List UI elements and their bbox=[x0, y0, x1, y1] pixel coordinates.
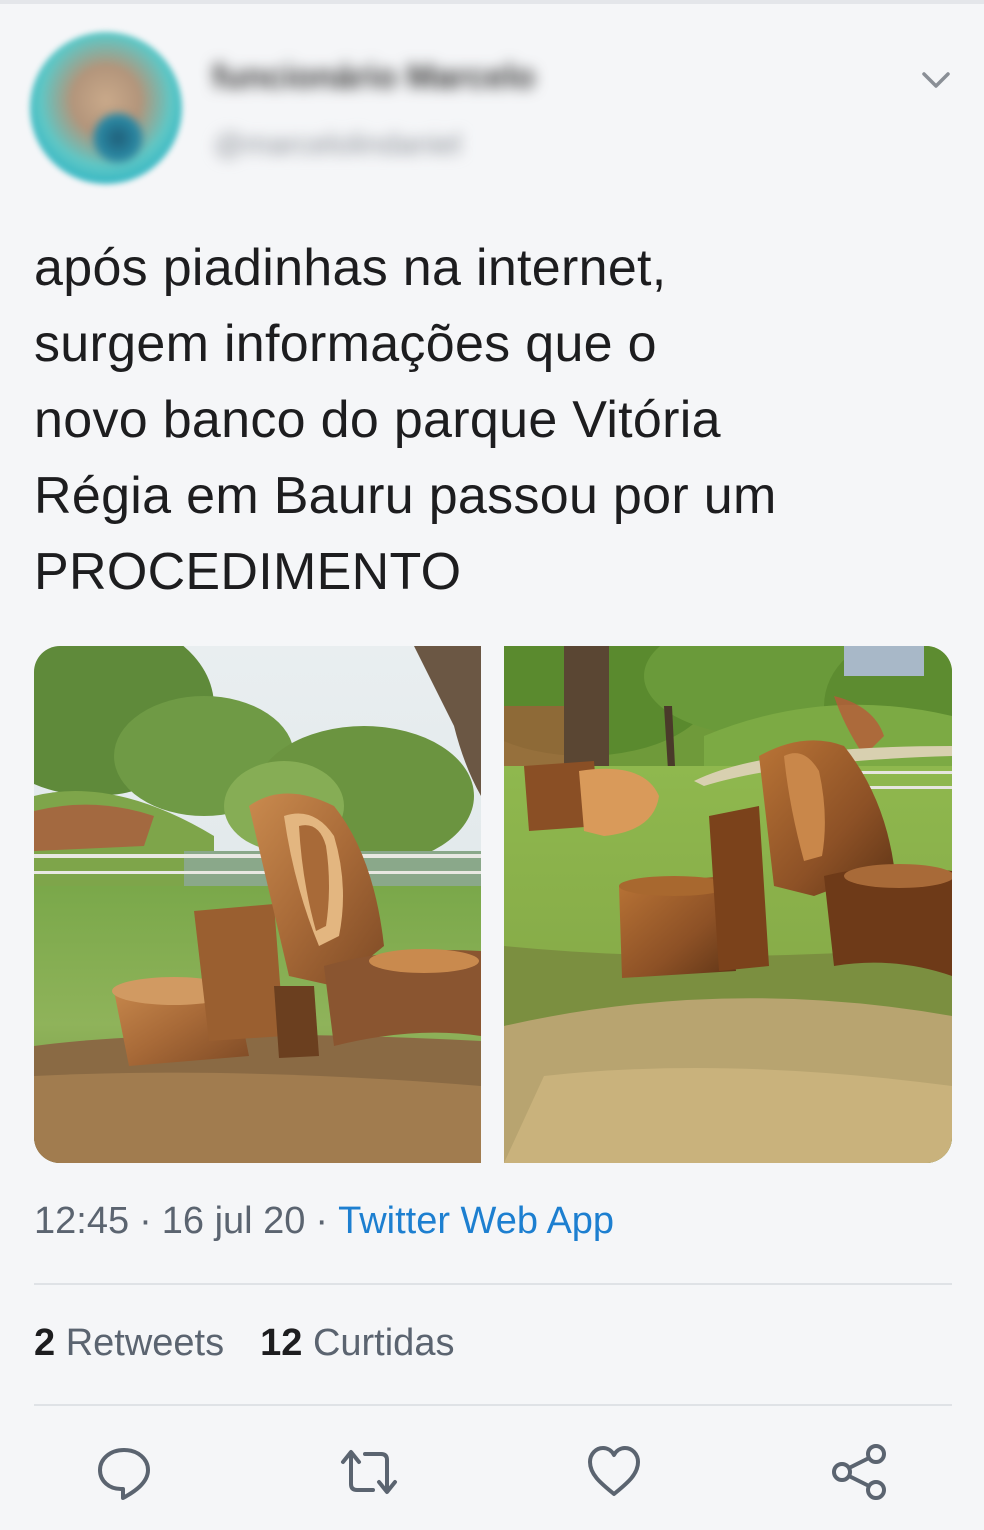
tweet-text-line: surgem informações que o bbox=[34, 315, 657, 373]
retweets-count: 2 bbox=[34, 1322, 56, 1364]
reply-icon[interactable] bbox=[92, 1440, 156, 1504]
author-handle[interactable]: @marcelolindaniel bbox=[214, 128, 574, 168]
tweet-date[interactable]: 16 jul 20 bbox=[162, 1200, 306, 1242]
tweet-source-link[interactable]: Twitter Web App bbox=[338, 1200, 614, 1242]
tweet-text-line: Régia em Bauru passou por um bbox=[34, 467, 777, 525]
tweet-time[interactable]: 12:45 bbox=[34, 1200, 129, 1242]
likes-label: Curtidas bbox=[312, 1322, 455, 1364]
tweet-meta: 12:45 · 16 jul 20 · Twitter Web App bbox=[34, 1200, 614, 1243]
avatar[interactable] bbox=[30, 32, 182, 184]
tweet-text-line: novo banco do parque Vitória bbox=[34, 391, 721, 449]
retweets-label: Retweets bbox=[65, 1322, 225, 1364]
share-icon[interactable] bbox=[828, 1440, 892, 1504]
retweets-stat[interactable]: 2 Retweets bbox=[34, 1322, 224, 1365]
meta-separator: · bbox=[315, 1200, 329, 1242]
photo-carved-bench-side[interactable] bbox=[504, 646, 952, 1163]
avatar-mask-detail bbox=[93, 113, 143, 163]
divider bbox=[34, 1283, 952, 1285]
tweet-text-line: após piadinhas na internet, bbox=[34, 239, 667, 297]
tweet-text-line: PROCEDIMENTO bbox=[34, 543, 462, 601]
tweet-media bbox=[34, 646, 952, 1163]
likes-stat[interactable]: 12 Curtidas bbox=[260, 1322, 454, 1365]
tweet-text: após piadinhas na internet, surgem infor… bbox=[34, 230, 934, 610]
divider bbox=[34, 1404, 952, 1406]
meta-separator: · bbox=[139, 1200, 152, 1242]
chevron-down-icon[interactable] bbox=[916, 60, 956, 100]
author-display-name[interactable]: funcionário Marcelo bbox=[212, 58, 642, 102]
retweet-icon[interactable] bbox=[337, 1440, 401, 1504]
top-border bbox=[0, 0, 984, 4]
likes-count: 12 bbox=[260, 1322, 303, 1364]
heart-icon[interactable] bbox=[582, 1440, 646, 1504]
photo-carved-bench-front[interactable] bbox=[34, 646, 481, 1163]
tweet-stats: 2 Retweets 12 Curtidas bbox=[34, 1322, 454, 1365]
